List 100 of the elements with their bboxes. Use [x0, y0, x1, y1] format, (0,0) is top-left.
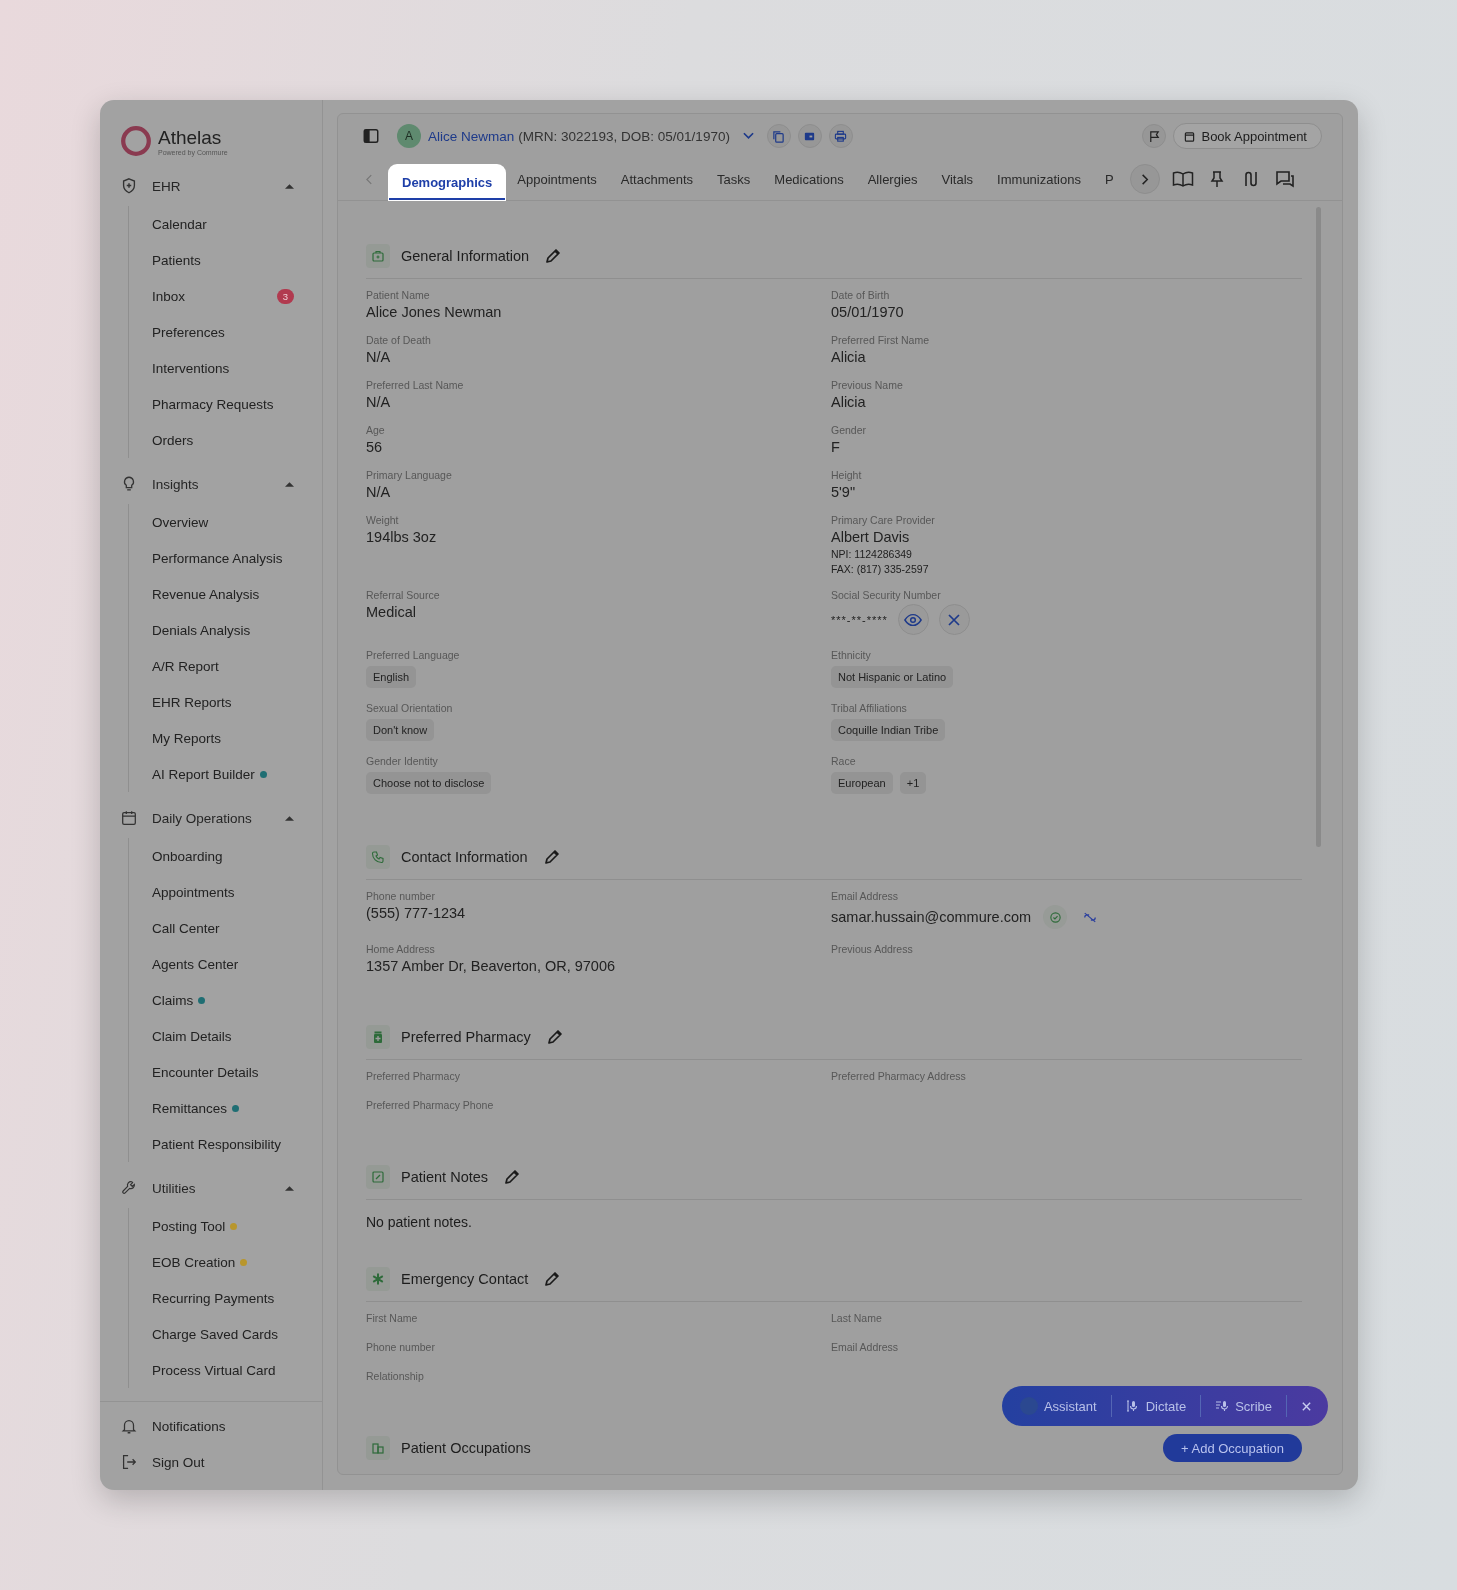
tab[interactable]: Allergies	[855, 161, 930, 197]
patient-name-link[interactable]: Alice Newman	[428, 128, 515, 144]
nav-group-header[interactable]: EHR	[100, 166, 322, 206]
field-value: F	[831, 439, 841, 455]
nav-item[interactable]: Claim Details	[152, 1028, 232, 1044]
nav-item[interactable]: Interventions	[152, 360, 230, 376]
microphone-icon	[1125, 1399, 1140, 1413]
edit-pencil-icon[interactable]	[542, 848, 561, 866]
field-value: 05/01/1970	[831, 304, 905, 320]
nav-item[interactable]: Patient Responsibility	[152, 1136, 282, 1152]
nav-group-header[interactable]: Utilities	[100, 1168, 322, 1208]
field-value: Alicia	[831, 394, 867, 410]
field-label: Email Address	[831, 890, 900, 902]
field-value: 5'9"	[831, 484, 857, 500]
tab[interactable]: Attachments	[608, 161, 706, 197]
nav-item[interactable]: Process Virtual Card	[152, 1362, 276, 1378]
field-label: Race	[831, 755, 857, 767]
nav-group-header[interactable]: Insights	[100, 464, 322, 504]
nav-item[interactable]: Appointments	[152, 884, 235, 900]
card-button[interactable]	[797, 124, 822, 148]
print-button[interactable]	[828, 124, 853, 148]
tab[interactable]: Vitals	[929, 161, 986, 197]
tab[interactable]: Appointments	[505, 161, 609, 197]
copy-button[interactable]	[766, 124, 791, 148]
flag-button[interactable]	[1142, 124, 1167, 148]
book-appointment-button[interactable]: Book Appointment	[1173, 123, 1322, 149]
nav-item[interactable]: Pharmacy Requests	[152, 396, 274, 412]
field-value: Albert Davis	[831, 529, 911, 545]
field-label: Weight	[366, 514, 400, 526]
nav-item[interactable]: EHR Reports	[152, 694, 232, 710]
field-label: Phone number	[366, 1341, 436, 1353]
nav-item[interactable]: Encounter Details	[152, 1064, 259, 1080]
nav-item[interactable]: Calendar	[152, 216, 207, 232]
field-value: N/A	[366, 394, 392, 410]
chevron-down-icon[interactable]	[742, 132, 754, 140]
nav-item[interactable]: Patients	[152, 252, 201, 268]
field-value: N/A	[366, 484, 392, 500]
sidebar-toggle-icon[interactable]	[362, 127, 380, 145]
nav-item[interactable]: Revenue Analysis	[152, 586, 260, 602]
nav-group-header[interactable]: Daily Operations	[100, 798, 322, 838]
show-button[interactable]	[897, 604, 929, 635]
book-icon[interactable]	[1171, 170, 1194, 188]
nav-item[interactable]: Performance Analysis	[152, 550, 283, 566]
eye-icon	[904, 612, 923, 627]
check-circle-icon	[1048, 910, 1062, 924]
nav-item[interactable]: Denials Analysis	[152, 622, 251, 638]
field-label: Last Name	[831, 1312, 883, 1324]
nav-item[interactable]: Inbox	[152, 288, 186, 304]
nav-item[interactable]: Agents Center	[152, 956, 239, 972]
nav-item[interactable]: Claims	[152, 992, 194, 1008]
tag: Coquille Indian Tribe	[831, 719, 946, 741]
flag-icon	[1147, 129, 1161, 143]
close-icon[interactable]	[1301, 1400, 1312, 1412]
nav-item[interactable]: My Reports	[152, 730, 222, 746]
tab[interactable]: Medications	[762, 161, 856, 197]
nav-item[interactable]: Remittances	[152, 1100, 228, 1116]
shield-icon	[120, 177, 138, 195]
tab[interactable]: Demographics	[389, 165, 506, 200]
edit-pencil-icon[interactable]	[545, 1028, 564, 1046]
edit-pencil-icon[interactable]	[543, 1270, 562, 1288]
tab[interactable]: Immunizations	[985, 161, 1093, 197]
field-label: Date of Death	[366, 334, 432, 346]
nav-item[interactable]: Call Center	[152, 920, 220, 936]
nav-item[interactable]: A/R Report	[152, 658, 219, 674]
nav-item[interactable]: Posting Tool	[152, 1218, 226, 1234]
nav-item[interactable]: Notifications	[152, 1418, 226, 1434]
tab[interactable]: Tasks	[705, 161, 763, 197]
edit-pencil-icon[interactable]	[544, 247, 563, 265]
field-value: N/A	[366, 349, 392, 365]
nav-item[interactable]: AI Report Builder	[152, 766, 255, 782]
section-title: Emergency Contact	[401, 1271, 529, 1287]
field-label: Preferred Pharmacy Address	[831, 1070, 967, 1082]
print-icon	[834, 129, 848, 143]
field-label: Age	[366, 424, 386, 436]
nav-item[interactable]: Overview	[152, 514, 209, 530]
tab[interactable]: P	[1092, 161, 1126, 197]
field-value: 56	[366, 439, 384, 455]
edit-pencil-icon[interactable]	[503, 1168, 522, 1186]
chat-icon[interactable]	[1273, 170, 1296, 188]
close-button[interactable]	[938, 604, 970, 635]
unlink-icon[interactable]	[1083, 911, 1098, 923]
field-label: Previous Address	[831, 943, 914, 955]
field-label: Previous Name	[831, 379, 904, 391]
field-label: Tribal Affiliations	[831, 702, 908, 714]
field-label: Preferred Pharmacy Phone	[366, 1099, 495, 1111]
assistant-bar-button[interactable]: Scribe	[1207, 1398, 1280, 1414]
nav-item[interactable]: Charge Saved Cards	[152, 1326, 279, 1342]
nav-item[interactable]: Recurring Payments	[152, 1290, 275, 1306]
nav-item[interactable]: Preferences	[152, 324, 225, 340]
field-label: Patient Name	[366, 289, 431, 301]
add-occupation-button[interactable]: + Add Occupation	[1163, 1434, 1302, 1462]
nav-item[interactable]: EOB Creation	[152, 1254, 236, 1270]
nav-item[interactable]: Orders	[152, 432, 194, 448]
assistant-bar-button[interactable]: Assistant	[1011, 1397, 1105, 1415]
field-label: Social Security Number	[831, 589, 942, 601]
field-label: Height	[831, 469, 863, 481]
nav-item[interactable]: Onboarding	[152, 848, 223, 864]
field-note: NPI: 1124286349	[831, 548, 913, 560]
nav-item[interactable]: Sign Out	[152, 1454, 205, 1470]
assistant-bar-button[interactable]: Dictate	[1117, 1398, 1195, 1414]
